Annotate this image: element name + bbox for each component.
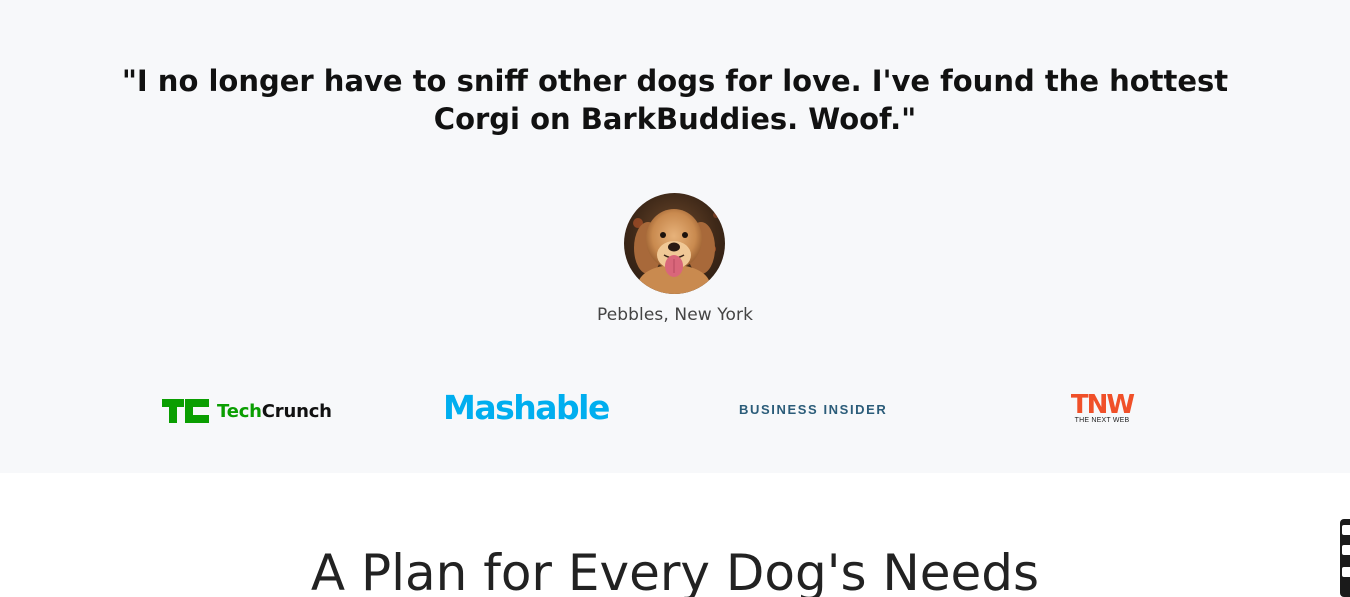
testimonial-quote: "I no longer have to sniff other dogs fo…: [121, 64, 1229, 136]
tnw-logo-subtext: THE NEXT WEB: [1074, 417, 1130, 424]
floating-side-widget[interactable]: [1340, 519, 1350, 597]
mashable-logo: Mashable: [443, 388, 610, 427]
tnw-logo: TNW THE NEXT WEB: [1066, 392, 1138, 425]
tnw-logo-mark: TNW: [1070, 390, 1135, 420]
testimonial-author: Pebbles, New York: [596, 305, 754, 325]
dog-photo-icon: [624, 193, 725, 294]
testimonial-avatar: [624, 193, 725, 294]
techcrunch-logo-tech: Tech: [217, 400, 262, 422]
business-insider-logo: BUSINESS INSIDER: [739, 402, 888, 417]
plans-section-title: A Plan for Every Dog's Needs: [310, 544, 1040, 597]
widget-icon-2[interactable]: [1342, 545, 1350, 555]
widget-icon-3[interactable]: [1342, 567, 1350, 577]
testimonial-section: "I no longer have to sniff other dogs fo…: [0, 0, 1350, 473]
widget-icon-1[interactable]: [1342, 525, 1350, 535]
techcrunch-logo: TechCrunch: [162, 398, 332, 424]
techcrunch-tc-icon: [162, 399, 209, 423]
techcrunch-logo-crunch: Crunch: [261, 400, 332, 422]
